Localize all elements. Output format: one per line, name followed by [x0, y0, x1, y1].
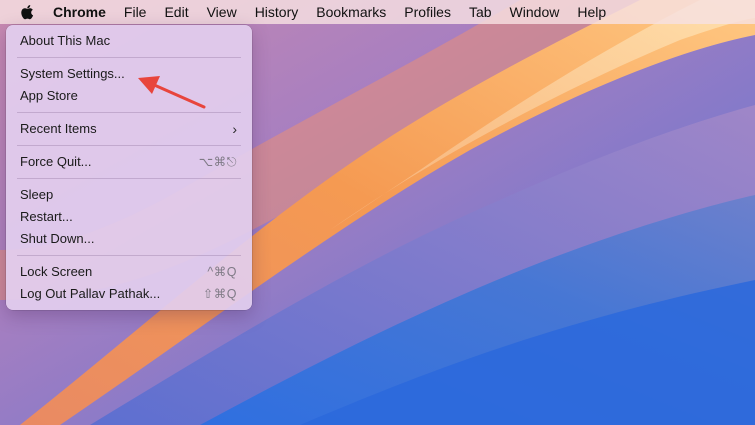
chevron-right-icon: › — [232, 121, 237, 137]
menu-item-label: Log Out Pallav Pathak... — [20, 286, 161, 301]
menu-item-recent-items[interactable]: Recent Items › — [11, 118, 247, 140]
menu-item-log-out[interactable]: Log Out Pallav Pathak... ⇧⌘Q — [11, 283, 247, 305]
menu-item-label: Recent Items — [20, 121, 97, 136]
menu-separator — [17, 145, 241, 146]
menu-separator — [17, 255, 241, 256]
menu-item-restart[interactable]: Restart... — [11, 206, 247, 228]
apple-logo-icon — [21, 5, 34, 20]
keyboard-shortcut: ⌥⌘⎋ — [198, 155, 237, 169]
menu-separator — [17, 112, 241, 113]
apple-menu-dropdown: About This Mac System Settings... App St… — [6, 25, 252, 310]
keyboard-shortcut: ^⌘Q — [207, 265, 237, 279]
menu-item-about-this-mac[interactable]: About This Mac — [11, 30, 247, 52]
menu-item-lock-screen[interactable]: Lock Screen ^⌘Q — [11, 261, 247, 283]
menu-bar: Chrome File Edit View History Bookmarks … — [0, 0, 755, 24]
menubar-item-profiles[interactable]: Profiles — [395, 0, 460, 24]
menubar-item-history[interactable]: History — [246, 0, 308, 24]
menu-item-system-settings[interactable]: System Settings... — [11, 63, 247, 85]
menubar-item-edit[interactable]: Edit — [155, 0, 197, 24]
menubar-item-window[interactable]: Window — [501, 0, 569, 24]
desktop: Chrome File Edit View History Bookmarks … — [0, 0, 755, 425]
keyboard-shortcut: ⇧⌘Q — [202, 287, 237, 301]
menu-item-shut-down[interactable]: Shut Down... — [11, 228, 247, 250]
menu-item-label: Sleep — [20, 187, 54, 202]
menubar-item-bookmarks[interactable]: Bookmarks — [307, 0, 395, 24]
menu-item-label: Shut Down... — [20, 231, 95, 246]
menu-item-label: Restart... — [20, 209, 73, 224]
menubar-item-chrome[interactable]: Chrome — [44, 0, 115, 24]
menu-item-app-store[interactable]: App Store — [11, 85, 247, 107]
menu-item-label: System Settings... — [20, 66, 125, 81]
menu-item-label: Force Quit... — [20, 154, 92, 169]
menu-item-sleep[interactable]: Sleep — [11, 184, 247, 206]
menu-separator — [17, 57, 241, 58]
menu-item-label: App Store — [20, 88, 78, 103]
menu-item-label: About This Mac — [20, 33, 111, 48]
menu-item-label: Lock Screen — [20, 264, 93, 279]
apple-menu-button[interactable] — [12, 0, 42, 24]
menubar-item-view[interactable]: View — [198, 0, 246, 24]
menubar-item-help[interactable]: Help — [568, 0, 615, 24]
menubar-item-file[interactable]: File — [115, 0, 156, 24]
menu-item-force-quit[interactable]: Force Quit... ⌥⌘⎋ — [11, 151, 247, 173]
menu-separator — [17, 178, 241, 179]
menubar-item-tab[interactable]: Tab — [460, 0, 501, 24]
